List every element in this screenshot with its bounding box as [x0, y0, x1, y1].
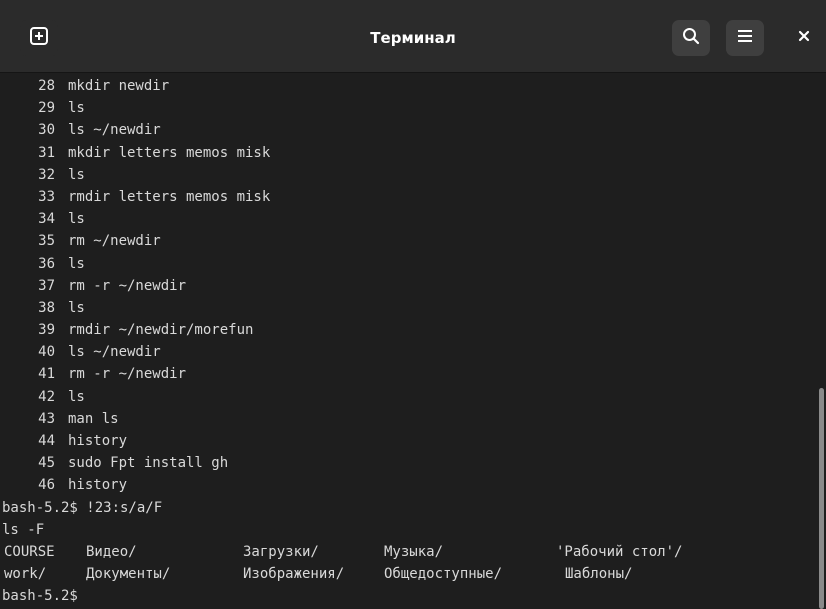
history-command: mkdir letters memos misk: [68, 144, 271, 161]
ls-entry: COURSE: [4, 543, 55, 560]
ls-entry: Изображения/: [243, 566, 345, 583]
history-number: 37: [38, 277, 55, 294]
history-line: 40 ls ~/newdir: [0, 341, 816, 363]
history-number: 29: [38, 100, 55, 117]
history-command: ls: [68, 166, 85, 183]
history-number: 28: [38, 78, 55, 94]
history-command: ls: [68, 299, 85, 316]
history-line: 38 ls: [0, 297, 816, 319]
final-prompt-line: bash-5.2$: [2, 588, 78, 605]
search-button[interactable]: [672, 20, 710, 56]
history-command: history: [68, 433, 128, 449]
history-command: ls: [68, 211, 85, 228]
close-button[interactable]: [786, 20, 822, 56]
history-command: rmdir letters memos misk: [68, 188, 271, 205]
history-line: 28 mkdir newdir: [0, 75, 816, 97]
history-number: 46: [38, 477, 55, 494]
history-number: 36: [38, 255, 55, 272]
history-number: 32: [38, 166, 55, 183]
history-command: man ls: [68, 410, 119, 427]
ls-entry: Документы/: [86, 566, 171, 583]
history-number: 43: [38, 410, 55, 427]
history-command: ls: [68, 100, 85, 117]
history-line: 30 ls ~/newdir: [0, 119, 816, 141]
history-command: mkdir newdir: [68, 78, 170, 94]
history-line: 39 rmdir ~/newdir/morefun: [0, 319, 816, 341]
history-number: 38: [38, 299, 55, 316]
history-line: 36 ls: [0, 253, 816, 275]
history-number: 34: [38, 211, 55, 228]
history-command: rmdir ~/newdir/morefun: [68, 322, 254, 339]
history-command: ls: [68, 255, 85, 272]
history-line: 46 history: [0, 474, 816, 496]
history-line: 45 sudo Fpt install gh: [0, 452, 816, 474]
ls-entry: Музыка/: [384, 543, 444, 560]
ls-entry: 'Рабочий стол'/: [556, 543, 683, 560]
history-line: 31 mkdir letters memos misk: [0, 142, 816, 164]
ls-entry: Видео/: [86, 543, 137, 560]
ls-output-row: COURSE Видео/ Загрузки/ Музыка/ 'Рабочий…: [0, 541, 816, 563]
ls-output-row: work/ Документы/ Изображения/ Общедоступ…: [0, 563, 816, 585]
history-line: 34 ls: [0, 208, 816, 230]
history-command: ls ~/newdir: [68, 122, 161, 139]
history-line: 35 rm ~/newdir: [0, 230, 816, 252]
history-number: 31: [38, 144, 55, 161]
ls-entry: Загрузки/: [243, 543, 319, 560]
history-line: 44 history: [0, 430, 816, 452]
history-line: 37 rm -r ~/newdir: [0, 275, 816, 297]
history-command: ls: [68, 388, 85, 405]
history-command: sudo Fpt install gh: [68, 455, 229, 472]
close-icon: [797, 29, 811, 48]
ls-entry: work/: [4, 566, 47, 583]
history-command: history: [68, 477, 128, 494]
history-line: 42 ls: [0, 386, 816, 408]
terminal-window: Терминал 28 mkdir newdir 29 ls 30 ls ~/n…: [0, 0, 826, 609]
history-number: 44: [38, 433, 55, 449]
history-number: 30: [38, 122, 55, 139]
prompt-command-line: bash-5.2$ !23:s/a/F: [2, 499, 163, 516]
header-bar: Терминал: [0, 0, 826, 73]
history-number: 40: [38, 344, 55, 361]
history-line: 33 rmdir letters memos misk: [0, 186, 816, 208]
history-number: 45: [38, 455, 55, 472]
history-number: 41: [38, 366, 55, 383]
expanded-command-line: ls -F: [2, 521, 45, 538]
history-number: 39: [38, 322, 55, 339]
ls-entry: Шаблоны/: [565, 566, 633, 583]
history-command: ls ~/newdir: [68, 344, 161, 361]
history-line: 29 ls: [0, 97, 816, 119]
terminal-output[interactable]: 28 mkdir newdir 29 ls 30 ls ~/newdir 31 mkdi…: [0, 73, 816, 609]
history-command: rm ~/newdir: [68, 233, 161, 250]
ls-entry: Общедоступные/: [384, 566, 503, 583]
history-line: 43 man ls: [0, 408, 816, 430]
history-number: 33: [38, 188, 55, 205]
history-line: 32 ls: [0, 164, 816, 186]
history-line: 41 rm -r ~/newdir: [0, 363, 816, 385]
history-command: rm -r ~/newdir: [68, 366, 187, 383]
scrollbar[interactable]: [819, 388, 824, 609]
history-command: rm -r ~/newdir: [68, 277, 187, 294]
history-number: 42: [38, 388, 55, 405]
menu-button[interactable]: [726, 20, 764, 56]
search-icon: [681, 26, 701, 51]
hamburger-menu-icon: [735, 26, 755, 51]
history-number: 35: [38, 233, 55, 250]
